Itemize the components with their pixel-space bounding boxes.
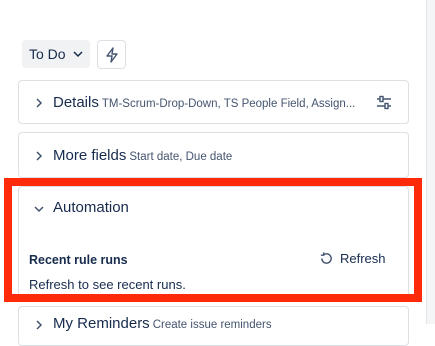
chevron-right-icon	[36, 151, 43, 161]
lightning-icon	[105, 46, 118, 63]
recent-rule-runs-label: Recent rule runs	[29, 253, 128, 267]
reminders-panel[interactable]: My Reminders Create issue reminders	[18, 306, 409, 346]
details-title: Details	[53, 94, 99, 111]
refresh-button[interactable]: Refresh	[319, 251, 386, 266]
chevron-down-icon[interactable]	[33, 203, 45, 215]
more-fields-subtitle: Start date, Due date	[129, 151, 233, 163]
status-dropdown-button[interactable]: To Do	[22, 40, 90, 68]
configure-fields-icon[interactable]	[375, 94, 393, 112]
details-subtitle: TM-Scrum-Drop-Down, TS People Field, Ass…	[101, 98, 356, 110]
actions-lightning-button[interactable]	[97, 40, 126, 69]
more-fields-title: More fields	[53, 147, 127, 164]
details-header: Details TM-Scrum-Drop-Down, TS People Fie…	[53, 94, 355, 111]
refresh-label: Refresh	[340, 251, 386, 266]
refresh-hint-text: Refresh to see recent runs.	[29, 277, 186, 292]
automation-title[interactable]: Automation	[53, 199, 129, 216]
details-panel[interactable]: Details TM-Scrum-Drop-Down, TS People Fie…	[18, 80, 409, 124]
refresh-icon	[320, 252, 332, 264]
automation-panel: Automation Recent rule runs Refresh Refr…	[18, 186, 409, 300]
right-scrollbar[interactable]	[426, 0, 435, 324]
more-fields-panel[interactable]: More fields Start date, Due date	[18, 132, 409, 178]
chevron-down-icon	[73, 51, 83, 58]
reminders-subtitle: Create issue reminders	[152, 319, 272, 331]
more-fields-header: More fields Start date, Due date	[53, 147, 232, 164]
chevron-right-icon	[36, 98, 43, 108]
chevron-right-icon	[36, 320, 43, 330]
status-label: To Do	[29, 46, 66, 62]
